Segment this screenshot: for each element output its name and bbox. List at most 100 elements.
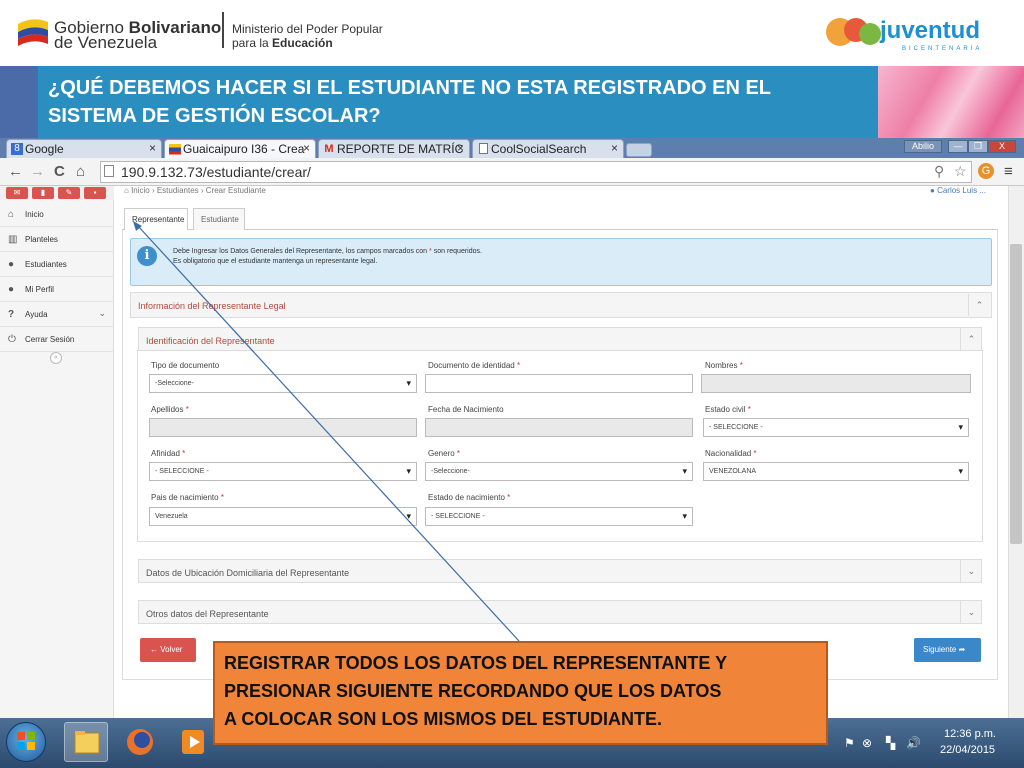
home-icon[interactable]: ⌂ [76, 163, 85, 180]
dropdown-arrow-icon: ▾ [406, 511, 411, 521]
taskbar-date[interactable]: 22/04/2015 [940, 744, 995, 756]
chevron-up-icon[interactable]: ⌃ [968, 294, 990, 316]
address-bar[interactable]: 190.9.132.73/estudiante/crear/ [100, 161, 972, 183]
select-nacionalidad[interactable]: VENEZOLANA ▾ [703, 462, 969, 481]
select-afinidad[interactable]: - SELECCIONE - ▾ [149, 462, 417, 481]
section-title: Identificación del Representante [146, 336, 275, 346]
tab-estudiante[interactable]: Estudiante [193, 208, 245, 230]
page-info-icon[interactable] [104, 165, 114, 177]
help-icon: ? [8, 309, 15, 320]
select-genero[interactable]: -Seleccione- ▾ [425, 462, 693, 481]
search-icon[interactable]: ⚲ [934, 163, 944, 180]
close-icon[interactable]: × [149, 141, 156, 155]
input-fecha-nacimiento[interactable] [425, 418, 693, 437]
browser-tab-reporte[interactable]: M REPORTE DE MATRÍC × [318, 139, 470, 158]
volver-button[interactable]: ← Volver [140, 638, 196, 662]
back-arrow-icon[interactable]: ← [8, 163, 23, 180]
volume-icon[interactable]: 🔊 [906, 736, 921, 750]
sidebar-item-label: Ayuda [25, 310, 48, 319]
tab-label: REPORTE DE MATRÍC [337, 142, 464, 156]
sidebar-item-estudiantes[interactable]: ● Estudiantes [0, 252, 114, 277]
section-domicilio[interactable]: Datos de Ubicación Domiciliaria del Repr… [138, 559, 982, 583]
select-tipo-documento[interactable]: -Seleccione- ▾ [149, 374, 417, 393]
share-arrow-icon: ➦ [956, 645, 966, 654]
select-estado-nacimiento[interactable]: - SELECCIONE - ▾ [425, 507, 693, 526]
section-representante-legal[interactable]: Información del Representante Legal [130, 292, 992, 318]
label-estado-nacimiento: Estado de nacimiento * [428, 493, 511, 502]
media-player-icon [182, 730, 204, 754]
tray-flag-icon[interactable]: ⚑ [844, 736, 855, 750]
new-tab-button[interactable] [626, 143, 652, 157]
label-estado-civil: Estado civil * [705, 405, 751, 414]
section-identificacion[interactable]: Identificación del Representante [138, 327, 982, 351]
chevron-up-icon[interactable]: ⌃ [960, 328, 982, 350]
arrow-left-icon: ← [150, 645, 161, 654]
sidebar-item-planteles[interactable]: ▥ Planteles [0, 227, 114, 252]
scrollbar-thumb[interactable] [1010, 244, 1022, 544]
breadcrumb: ⌂ Inicio › Estudiantes › Crear Estudiant… [124, 186, 266, 195]
chart-shortcut-icon[interactable]: ▮ [32, 187, 54, 199]
close-icon[interactable]: × [611, 141, 618, 155]
minimize-button[interactable]: — [948, 140, 968, 153]
section-title: Datos de Ubicación Domiciliaria del Repr… [146, 568, 350, 578]
user-icon: ● [930, 186, 938, 195]
sidebar-item-inicio[interactable]: ⌂ Inicio [0, 202, 114, 227]
sidebar-item-mi-perfil[interactable]: ● Mi Perfil [0, 277, 114, 302]
select-value: VENEZOLANA [709, 468, 757, 475]
menu-icon[interactable]: ≡ [1004, 163, 1013, 180]
mail-shortcut-icon[interactable]: ✉ [6, 187, 28, 199]
label-genero: Genero * [428, 449, 461, 458]
sidebar-collapse-icon[interactable]: « [50, 352, 62, 364]
form-tabs [122, 208, 998, 230]
label-documento: Documento de identidad * [428, 361, 521, 370]
section-title: Información del Representante Legal [138, 301, 286, 311]
close-icon[interactable]: × [457, 141, 464, 155]
label-tipo-documento: Tipo de documento [151, 361, 220, 370]
chevron-down-icon[interactable]: ⌄ [960, 601, 982, 623]
power-icon: ⏻ [8, 334, 16, 345]
presentation-slide: Gobierno Bolivariano de Venezuela Minist… [0, 0, 1024, 768]
browser-tab-coolsocial[interactable]: CoolSocialSearch × [472, 139, 624, 158]
tray-action-center-icon[interactable]: ▚ [886, 736, 895, 750]
sidebar-item-ayuda[interactable]: ? Ayuda ⌄ [0, 302, 114, 327]
input-nombres[interactable] [701, 374, 971, 393]
profile-chip[interactable]: Abilio [904, 140, 942, 153]
extension-icon[interactable]: G [978, 163, 994, 179]
user-menu[interactable]: ● Carlos Luis ... [930, 186, 986, 195]
sidebar-item-cerrar-sesion[interactable]: ⏻ Cerrar Sesión [0, 327, 114, 352]
section-otros-datos[interactable]: Otros datos del Representante [138, 600, 982, 624]
windows-logo-icon [17, 732, 35, 750]
tab-representante[interactable]: Representante [124, 208, 188, 230]
reload-icon[interactable]: C [54, 163, 65, 180]
siguiente-button[interactable]: Siguiente ➦ [914, 638, 981, 662]
users-shortcut-icon[interactable]: ▪ [84, 187, 106, 199]
media-taskbar-button[interactable] [172, 722, 216, 762]
taskbar-time[interactable]: 12:36 p.m. [944, 728, 996, 740]
chevron-down-icon[interactable]: ⌄ [960, 560, 982, 582]
flag-favicon-icon [169, 144, 181, 155]
close-icon[interactable]: × [303, 141, 310, 155]
bookmark-star-icon[interactable]: ☆ [954, 163, 967, 180]
svg-text:BICENTENARIA: BICENTENARIA [902, 46, 982, 52]
edit-shortcut-icon[interactable]: ✎ [58, 187, 80, 199]
browser-tab-guaicaipuro[interactable]: Guaicaipuro I36 - Crea × [164, 139, 316, 158]
close-window-button[interactable]: X [988, 140, 1016, 153]
label-apellidos: Apellidos * [151, 405, 189, 414]
select-value: -Seleccione- [155, 380, 194, 387]
select-value: - SELECCIONE - [431, 513, 485, 520]
slide-title: ¿QUÉ DEBEMOS HACER SI EL ESTUDIANTE NO E… [48, 77, 772, 127]
input-documento[interactable] [425, 374, 693, 393]
info-text-line1: Debe Ingresar los Datos Generales del Re… [173, 248, 482, 255]
firefox-taskbar-button[interactable] [118, 722, 162, 762]
instruction-line: REGISTRAR TODOS LOS DATOS DEL REPRESENTA… [224, 653, 728, 673]
explorer-taskbar-button[interactable] [64, 722, 108, 762]
restore-button[interactable]: ❐ [968, 140, 988, 153]
forward-arrow-icon[interactable]: → [30, 163, 45, 180]
label-nombres: Nombres * [705, 361, 743, 370]
select-estado-civil[interactable]: - SELECCIONE - ▾ [703, 418, 969, 437]
input-apellidos[interactable] [149, 418, 417, 437]
select-pais-nacimiento[interactable]: Venezuela ▾ [149, 507, 417, 526]
tray-network-icon[interactable]: ⊗ [862, 736, 872, 750]
browser-tab-google[interactable]: 8 Google × [6, 139, 162, 158]
label-nacionalidad: Nacionalidad * [705, 449, 757, 458]
